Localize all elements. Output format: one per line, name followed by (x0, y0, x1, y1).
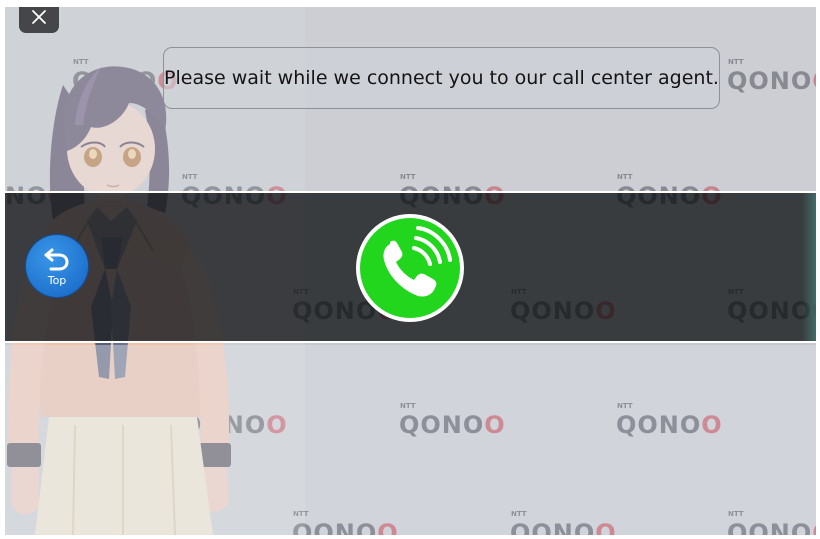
close-button[interactable] (19, 7, 59, 33)
call-button[interactable] (356, 214, 464, 322)
top-button-label: Top (47, 274, 67, 287)
lower-panel (5, 345, 816, 535)
call-button-face (360, 218, 460, 318)
divider (5, 341, 816, 343)
close-icon (32, 10, 46, 24)
return-arrow-icon (44, 248, 69, 271)
phone-ringing-icon (383, 226, 452, 297)
screen: NTTQONOO NTTQONOO NOO NTTQONOO NTTQONOO … (5, 7, 816, 535)
status-message: Please wait while we connect you to our … (164, 67, 719, 89)
status-message-box: Please wait while we connect you to our … (163, 47, 720, 109)
top-button[interactable]: Top (26, 235, 88, 297)
